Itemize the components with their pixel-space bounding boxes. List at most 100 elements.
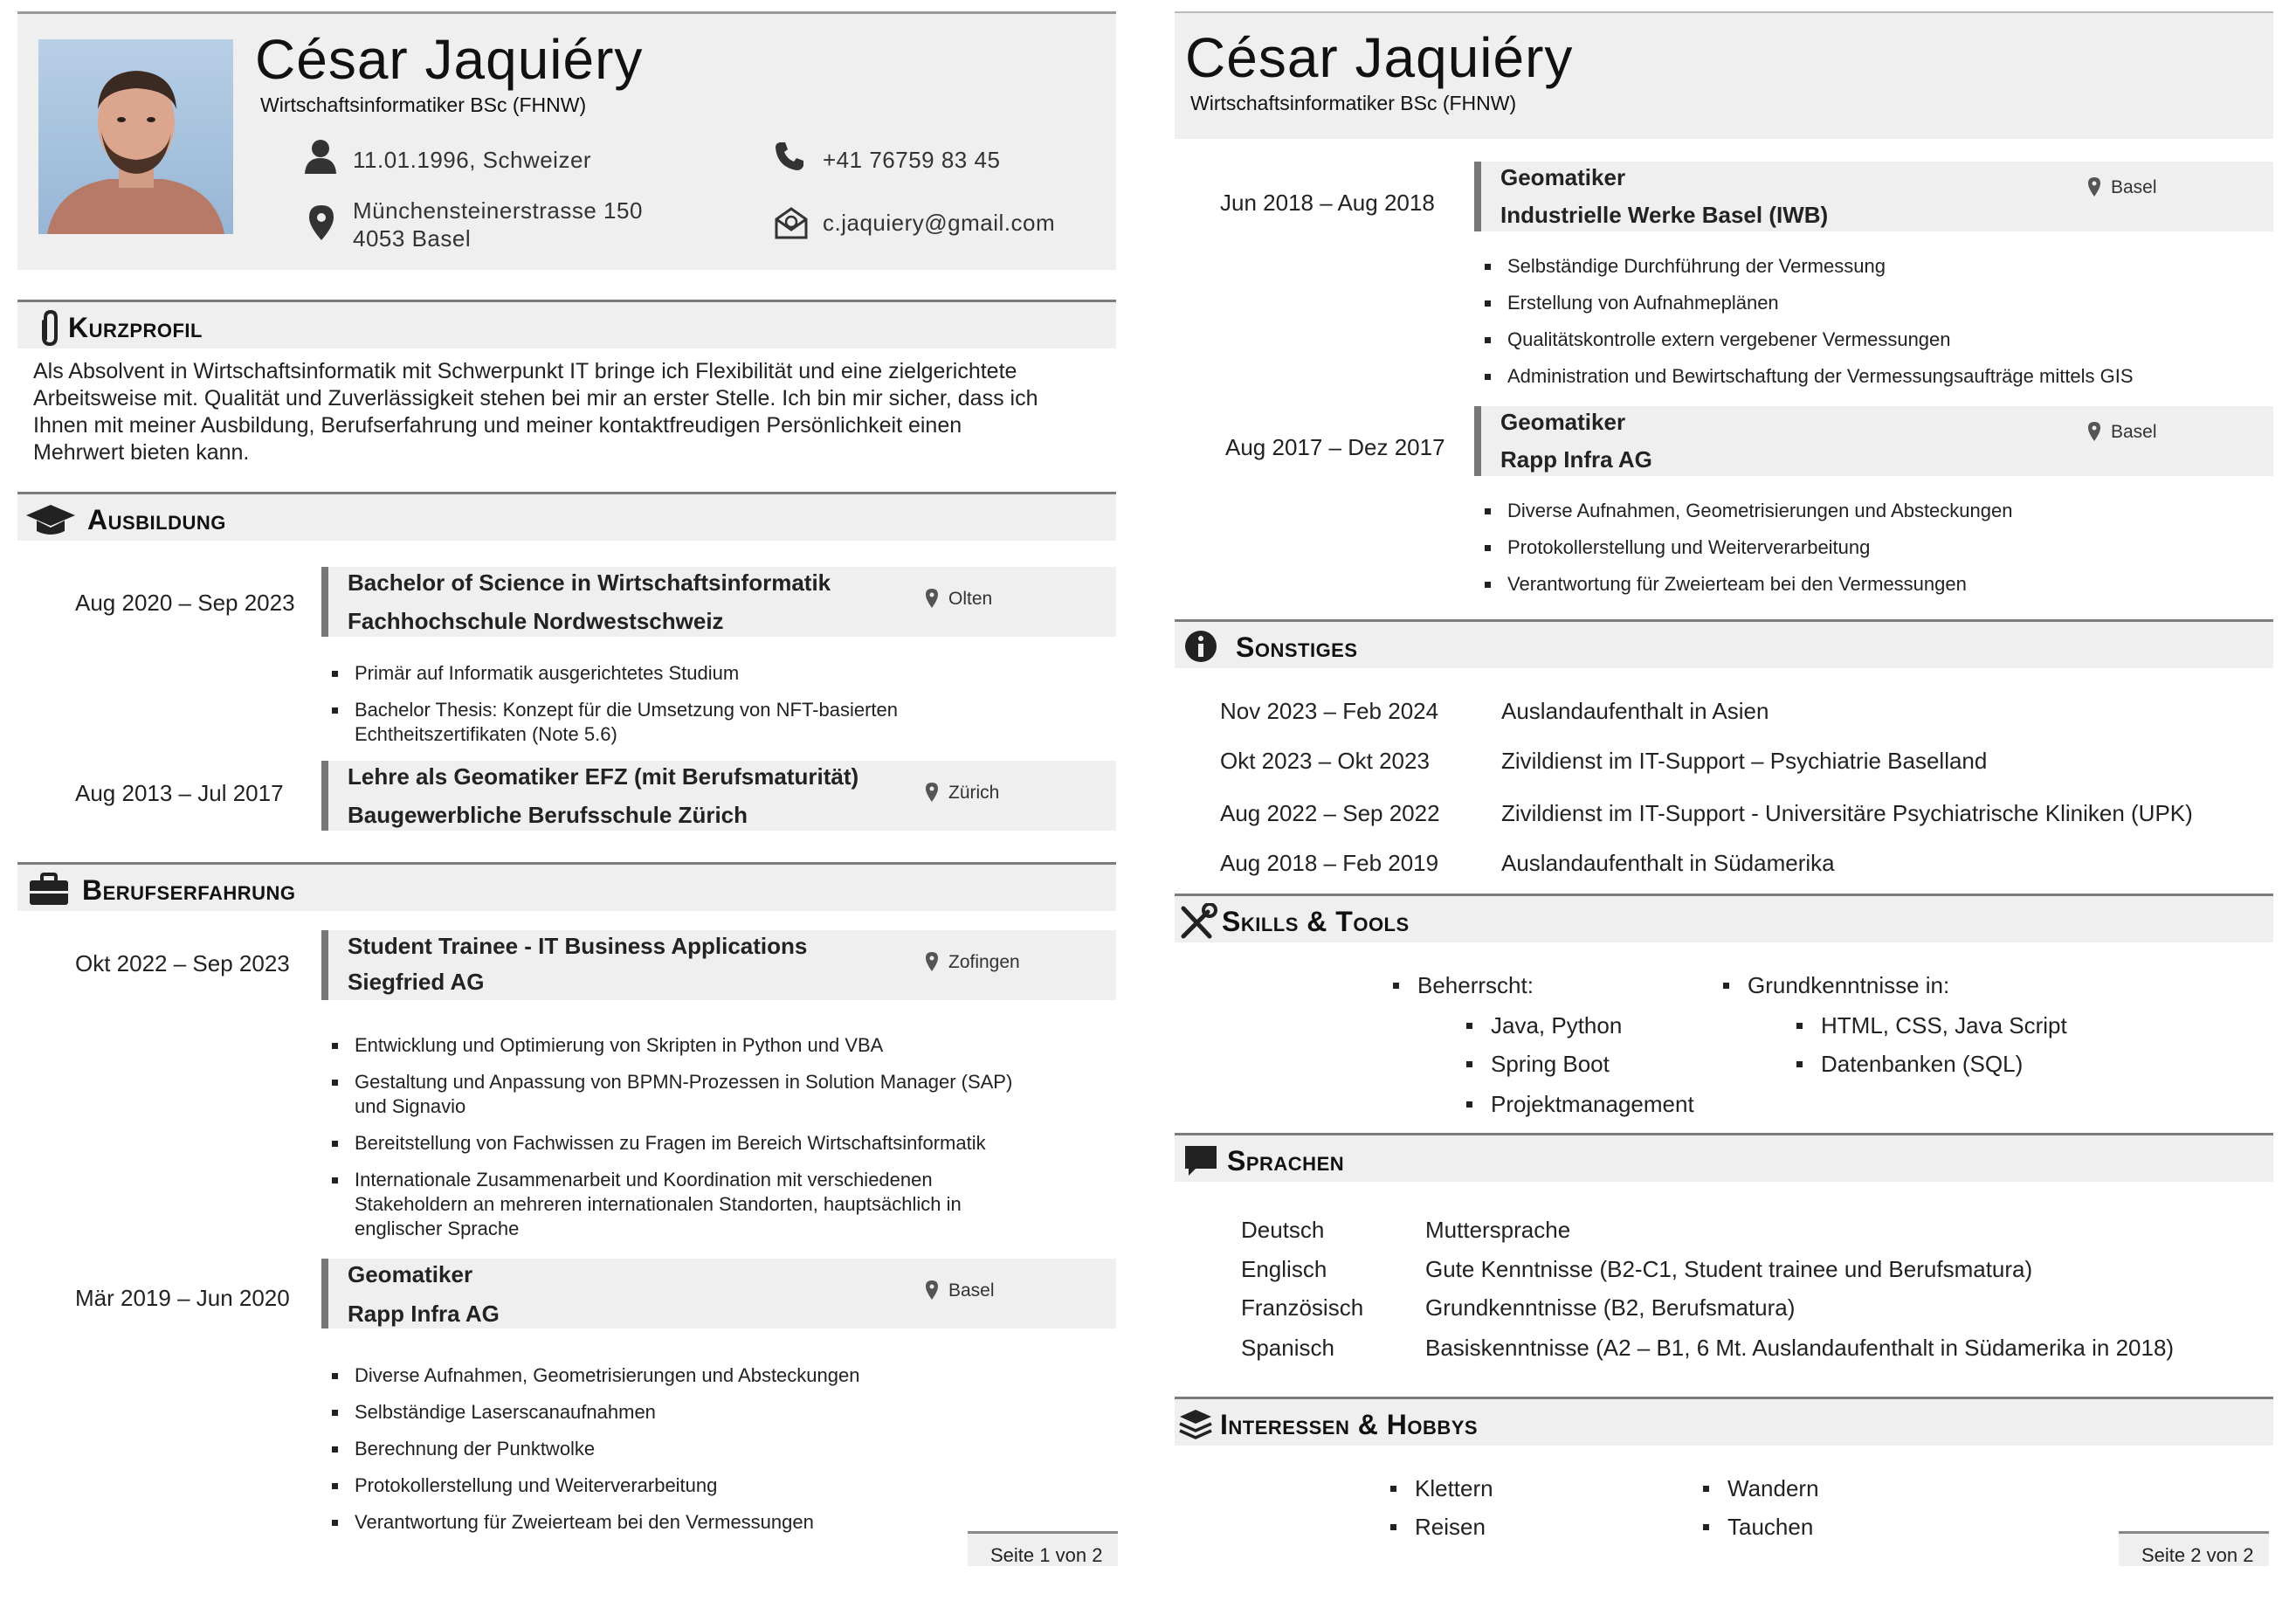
job-bullet: Protokollerstellung und Weiterverarbeitu…	[331, 1474, 718, 1496]
location-pin-icon	[2088, 177, 2100, 197]
job-bullet: Diverse Aufnahmen, Geometrisierungen und…	[1484, 500, 2013, 521]
education-title: Lehre als Geomatiker EFZ (mit Berufsmatu…	[348, 763, 859, 790]
job-location-text: Basel	[2111, 422, 2157, 442]
skill-item: Spring Boot	[1466, 1051, 1610, 1077]
job-entry-header: Student Trainee - IT Business Applicatio…	[321, 930, 1116, 1000]
job-company: Rapp Infra AG	[348, 1301, 500, 1327]
section-skills-header: Skills & Tools	[1175, 894, 2273, 942]
birth-nationality: 11.01.1996, Schweizer	[353, 147, 592, 173]
kurzprofil-line: Mehrwert bieten kann.	[33, 440, 250, 465]
location-pin-icon	[926, 1280, 938, 1300]
hobby-item: Reisen	[1390, 1514, 1486, 1540]
job-bullet: Gestaltung und Anpassung von BPMN-Prozes…	[331, 1070, 1012, 1119]
bullet-line: englischer Sprache	[355, 1218, 520, 1239]
section-ausbildung-header: Ausbildung	[17, 492, 1116, 541]
address-line-2: 4053 Basel	[353, 225, 472, 252]
job-location: Zofingen	[926, 952, 1020, 973]
job-company: Siegfried AG	[348, 969, 485, 995]
job-bullet: Verantwortung für Zweierteam bei den Ver…	[332, 1511, 814, 1533]
job-bullet: Protokollerstellung und Weiterverarbeitu…	[1484, 536, 1871, 558]
section-kurzprofil-header: Kurzprofil	[17, 300, 1116, 348]
job-bullet: Administration und Bewirtschaftung der V…	[1485, 365, 2134, 387]
section-sprachen-title: Sprachen	[1227, 1145, 1345, 1177]
job-bullet: Entwicklung und Optimierung von Skripten…	[331, 1034, 884, 1056]
job-bullet: Qualitätskontrolle extern vergebener Ver…	[1485, 328, 1951, 350]
education-bullet: Primär auf Informatik ausgerichtetes Stu…	[331, 662, 740, 684]
email-address[interactable]: c.jaquiery@gmail.com	[823, 209, 1055, 238]
misc-text: Auslandaufenthalt in Asien	[1501, 698, 1769, 724]
skill-item: Java, Python	[1465, 1012, 1623, 1039]
location-pin-icon	[926, 783, 938, 802]
job-bullet: Bereitstellung von Fachwissen zu Fragen …	[332, 1132, 986, 1154]
skills-col2-label: Grundkenntnisse in:	[1722, 972, 1950, 998]
email-icon	[775, 207, 808, 239]
misc-date: Okt 2023 – Okt 2023	[1220, 748, 1430, 774]
phone-number[interactable]: +41 76759 83 45	[823, 146, 1000, 175]
education-location-text: Zürich	[948, 783, 1000, 803]
cv-page-1: César Jaquiéry Wirtschaftsinformatiker B…	[17, 11, 1118, 1575]
job-bullet: Erstellung von Aufnahmeplänen	[1485, 292, 1779, 314]
profile-photo	[38, 39, 233, 234]
language-name: Deutsch	[1241, 1217, 1325, 1243]
section-sonstiges-title: Sonstiges	[1236, 631, 1358, 663]
section-interessen-header: Interessen & Hobbys	[1175, 1397, 2273, 1446]
job-entry-header: Geomatiker Rapp Infra AG Basel	[1474, 406, 2273, 476]
speech-bubble-icon	[1185, 1146, 1217, 1176]
skill-item: Datenbanken (SQL)	[1796, 1051, 2024, 1077]
job-bullet: Internationale Zusammenarbeit und Koordi…	[332, 1168, 962, 1241]
job-bullet: Selbständige Laserscanaufnahmen	[332, 1401, 656, 1423]
section-berufserfahrung-title: Berufserfahrung	[82, 874, 296, 906]
job-bullet: Selbständige Durchführung der Vermessung	[1485, 255, 1886, 277]
kurzprofil-line: Als Absolvent in Wirtschaftsinformatik m…	[33, 359, 1017, 383]
bullet-line: und Signavio	[355, 1095, 466, 1117]
section-kurzprofil-title: Kurzprofil	[68, 312, 203, 343]
language-level: Grundkenntnisse (B2, Berufsmatura)	[1425, 1294, 1796, 1321]
cv-page-2: César Jaquiéry Wirtschaftsinformatiker B…	[1175, 11, 2273, 1575]
misc-text: Zivildienst im IT-Support - Universitäre…	[1501, 800, 2193, 826]
bullet-line: Internationale Zusammenarbeit und Koordi…	[355, 1169, 933, 1190]
kurzprofil-line: Ihnen mit meiner Ausbildung, Berufserfah…	[33, 413, 962, 438]
section-berufserfahrung-header: Berufserfahrung	[17, 862, 1116, 911]
section-skills-title: Skills & Tools	[1222, 906, 1410, 937]
job-date: Aug 2017 – Dez 2017	[1225, 434, 1445, 460]
education-date: Aug 2020 – Sep 2023	[75, 590, 295, 616]
graduation-cap-icon	[26, 505, 75, 535]
section-interessen-title: Interessen & Hobbys	[1220, 1409, 1479, 1440]
skill-item: HTML, CSS, Java Script	[1796, 1012, 2067, 1039]
job-title: Geomatiker	[348, 1261, 473, 1287]
location-pin-icon	[2088, 422, 2100, 441]
candidate-subtitle: Wirtschaftsinformatiker BSc (FHNW)	[260, 93, 587, 116]
bullet-line: Stakeholdern an mehreren internationalen…	[355, 1193, 962, 1215]
section-ausbildung-title: Ausbildung	[87, 504, 226, 535]
info-icon	[1185, 631, 1217, 662]
job-location: Basel	[2088, 177, 2157, 198]
location-pin-icon	[926, 952, 938, 971]
skill-item: Projektmanagement	[1466, 1091, 1694, 1117]
education-location: Zürich	[926, 783, 999, 804]
hobby-item: Tauchen	[1702, 1514, 1814, 1540]
misc-date: Nov 2023 – Feb 2024	[1220, 698, 1439, 724]
education-bullet: Bachelor Thesis: Konzept für die Umsetzu…	[331, 698, 898, 747]
misc-date: Aug 2018 – Feb 2019	[1220, 850, 1439, 876]
job-company: Rapp Infra AG	[1500, 446, 1652, 473]
job-location: Basel	[2088, 422, 2157, 443]
job-entry-header: Geomatiker Rapp Infra AG Basel	[321, 1259, 1116, 1328]
job-location-text: Zofingen	[948, 952, 1020, 972]
education-entry-header: Bachelor of Science in Wirtschaftsinform…	[321, 567, 1116, 637]
job-bullet: Diverse Aufnahmen, Geometrisierungen und…	[331, 1364, 860, 1386]
misc-text: Zivildienst im IT-Support – Psychiatrie …	[1501, 748, 1988, 774]
education-title: Bachelor of Science in Wirtschaftsinform…	[348, 569, 831, 596]
section-sonstiges-header: Sonstiges	[1175, 619, 2273, 668]
job-entry-header: Geomatiker Industrielle Werke Basel (IWB…	[1474, 162, 2273, 231]
job-bullet: Verantwortung für Zweierteam bei den Ver…	[1485, 573, 1967, 595]
kurzprofil-line: Arbeitsweise mit. Qualität und Zuverläss…	[33, 386, 1038, 411]
language-name: Englisch	[1241, 1256, 1327, 1282]
address-line-1: Münchensteinerstrasse 150	[353, 197, 643, 224]
job-date: Okt 2022 – Sep 2023	[75, 950, 290, 976]
language-level: Gute Kenntnisse (B2-C1, Student trainee …	[1425, 1256, 2033, 1282]
page-number: Seite 1 von 2	[968, 1531, 1118, 1566]
job-location: Basel	[926, 1280, 995, 1301]
person-icon	[305, 140, 336, 174]
education-institution: Baugewerbliche Berufsschule Zürich	[348, 802, 748, 828]
education-date: Aug 2013 – Jul 2017	[75, 780, 284, 806]
